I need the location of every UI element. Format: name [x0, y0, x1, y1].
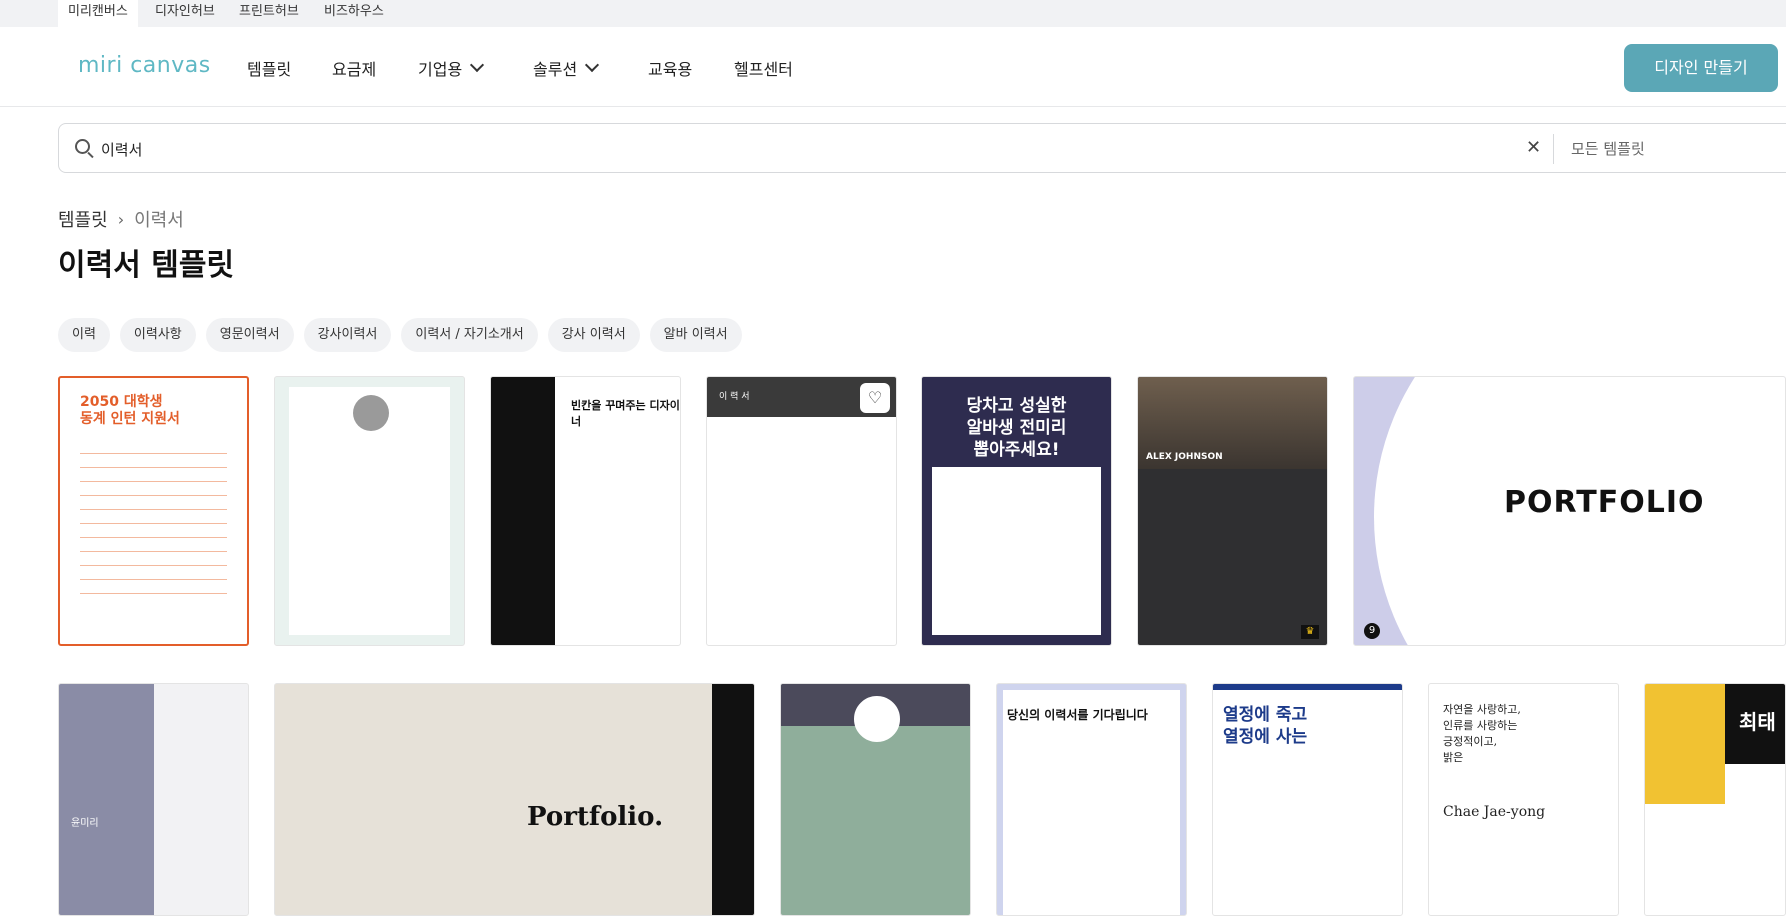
nav-label: 솔루션	[533, 60, 578, 79]
nav-item-templates[interactable]: 템플릿	[247, 56, 291, 80]
template-preview	[80, 448, 227, 594]
nav-label: 헬프센터	[734, 60, 793, 79]
template-card[interactable]: ALEX JOHNSON ♛	[1137, 376, 1328, 646]
chevron-down-icon	[585, 57, 600, 73]
template-heading: 윤미리	[71, 818, 99, 829]
nav-item-education[interactable]: 교육용	[648, 56, 692, 80]
template-preview	[1003, 690, 1180, 915]
heart-icon[interactable]: ♡	[860, 383, 890, 413]
search-icon	[75, 139, 90, 154]
chevron-down-icon	[470, 57, 485, 73]
template-preview	[59, 684, 154, 915]
template-card[interactable]: 자연을 사랑하고, 인류를 사랑하는 긍정적이고, 밝은 Chae Jae-yo…	[1428, 683, 1619, 916]
top-service-bar: 미리캔버스 디자인허브 프린트허브 비즈하우스	[0, 0, 1786, 27]
service-tab-miricanvas[interactable]: 미리캔버스	[58, 0, 138, 27]
chip-keyword[interactable]: 이력서 / 자기소개서	[401, 318, 538, 352]
related-keyword-chips: 이력 이력사항 영문이력서 강사이력서 이력서 / 자기소개서 강사 이력서 알…	[58, 318, 742, 352]
template-card[interactable]: 윤미리	[58, 683, 249, 916]
miricanvas-logo[interactable]: miri canvas	[78, 53, 211, 78]
template-card[interactable]	[780, 683, 971, 916]
template-heading: 열정에 죽고 열정에 사는	[1223, 705, 1308, 747]
chip-keyword[interactable]: 강사 이력서	[547, 318, 640, 352]
template-photo	[1645, 684, 1725, 804]
chip-keyword[interactable]: 강사이력서	[303, 318, 392, 352]
template-card[interactable]: 당신의 이력서를 기다립니다	[996, 683, 1187, 916]
page-title: 이력서 템플릿	[58, 248, 235, 283]
service-tab-printhub[interactable]: 프린트허브	[239, 0, 299, 27]
template-preview	[932, 467, 1101, 635]
nav-item-enterprise[interactable]: 기업용	[418, 56, 485, 80]
template-card[interactable]: 열정에 죽고 열정에 사는	[1212, 683, 1403, 916]
main-header: miri canvas 템플릿 요금제 기업용 솔루션 교육용 헬프센터 디자인…	[0, 27, 1786, 107]
nav-item-pricing[interactable]: 요금제	[332, 56, 376, 80]
breadcrumb-templates[interactable]: 템플릿	[58, 206, 108, 232]
template-card[interactable]	[274, 376, 465, 646]
nav-label: 템플릿	[247, 60, 292, 79]
template-heading: PORTFOLIO	[1504, 485, 1705, 520]
template-heading: 2050 대학생 동계 인턴 지원서	[80, 394, 180, 427]
template-heading: 이 력 서	[719, 392, 750, 402]
template-heading: 당신의 이력서를 기다립니다	[1007, 708, 1148, 722]
template-heading: ALEX JOHNSON	[1146, 452, 1223, 462]
template-search-bar: ✕ 모든 템플릿	[58, 123, 1786, 173]
template-preview	[712, 684, 754, 915]
template-heading: Portfolio.	[527, 802, 664, 832]
search-divider	[1553, 134, 1554, 164]
chip-keyword[interactable]: 이력	[58, 318, 110, 352]
search-scope-select[interactable]: 모든 템플릿	[1571, 138, 1645, 159]
template-card[interactable]: 이 력 서 ♡	[706, 376, 897, 646]
chip-keyword[interactable]: 이력사항	[119, 318, 196, 352]
nav-label: 기업용	[418, 60, 463, 79]
template-card[interactable]: PORTFOLIO 9	[1353, 376, 1786, 646]
close-icon[interactable]: ✕	[1526, 137, 1541, 158]
template-card[interactable]: 최태	[1644, 683, 1786, 916]
template-card[interactable]: 2050 대학생 동계 인턴 지원서	[58, 376, 249, 646]
nav-label: 요금제	[332, 60, 377, 79]
template-card[interactable]: 당차고 성실한 알바생 전미리 뽑아주세요!	[921, 376, 1112, 646]
template-card[interactable]: 빈칸을 꾸며주는 디자이너	[490, 376, 681, 646]
premium-badge-icon: 9	[1364, 623, 1380, 639]
breadcrumb-current: 이력서	[134, 210, 184, 231]
chip-keyword[interactable]: 영문이력서	[205, 318, 294, 352]
nav-label: 교육용	[648, 60, 693, 79]
chip-keyword[interactable]: 알바 이력서	[649, 318, 742, 352]
breadcrumb: 템플릿 › 이력서	[58, 206, 184, 232]
template-card[interactable]: Portfolio.	[274, 683, 755, 916]
avatar	[353, 395, 389, 431]
template-name: Chae Jae-yong	[1443, 804, 1546, 820]
template-heading: 자연을 사랑하고, 인류를 사랑하는 긍정적이고, 밝은	[1443, 703, 1521, 764]
template-heading: 빈칸을 꾸며주는 디자이너	[571, 399, 680, 428]
service-tab-bizhouse[interactable]: 비즈하우스	[324, 0, 384, 27]
search-input[interactable]	[101, 136, 1101, 162]
chevron-right-icon: ›	[117, 209, 125, 229]
template-heading: 당차고 성실한 알바생 전미리 뽑아주세요!	[966, 396, 1067, 460]
nav-item-helpcenter[interactable]: 헬프센터	[734, 56, 793, 80]
template-preview	[491, 377, 555, 645]
create-design-button[interactable]: 디자인 만들기	[1624, 44, 1778, 92]
avatar	[854, 696, 900, 742]
template-preview	[1213, 684, 1402, 690]
template-heading: 최태	[1739, 710, 1776, 734]
nav-item-solutions[interactable]: 솔루션	[533, 56, 600, 80]
crown-icon: ♛	[1301, 625, 1319, 639]
service-tab-designhub[interactable]: 디자인허브	[155, 0, 215, 27]
